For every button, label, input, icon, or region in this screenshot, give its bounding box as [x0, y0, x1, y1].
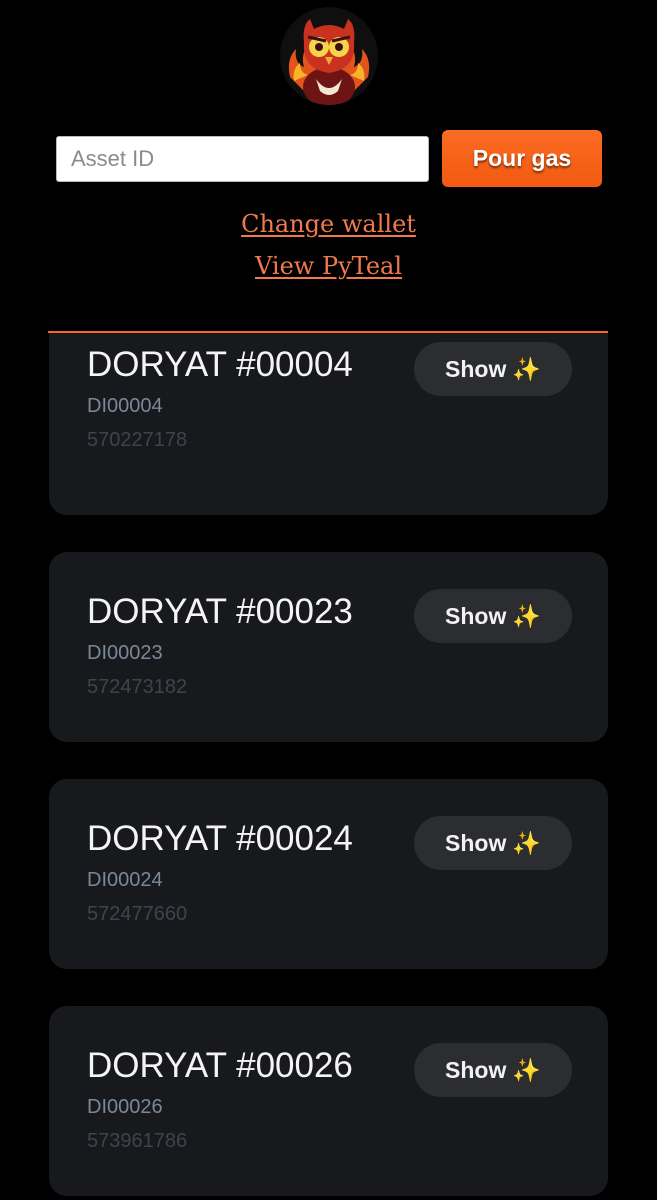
- owl-mascot-icon: [288, 19, 370, 105]
- asset-id-text: 573961786: [87, 1130, 188, 1152]
- asset-id-text: 570227178: [87, 429, 188, 451]
- show-label: Show: [445, 355, 507, 382]
- asset-id-input[interactable]: [56, 136, 429, 182]
- asset-card: DORYAT #00026 DI00026 573961786 Show ✨: [49, 1006, 608, 1196]
- show-label: Show: [445, 829, 507, 856]
- asset-card: DORYAT #00023 DI00023 572473182 Show ✨: [49, 552, 608, 742]
- asset-id-text: 572473182: [87, 676, 188, 698]
- change-wallet-link[interactable]: Change wallet: [0, 210, 657, 238]
- asset-card: DORYAT #00004 DI00004 570227178 Show ✨: [49, 333, 608, 515]
- asset-name: DORYAT #00004: [87, 345, 353, 384]
- view-pyteal-link[interactable]: View PyTeal: [0, 252, 657, 280]
- show-button[interactable]: Show ✨: [414, 1043, 572, 1097]
- show-button[interactable]: Show ✨: [414, 342, 572, 396]
- show-button[interactable]: Show ✨: [414, 816, 572, 870]
- sparkles-icon: ✨: [512, 355, 541, 382]
- asset-id-text: 572477660: [87, 903, 188, 925]
- asset-name: DORYAT #00026: [87, 1046, 353, 1085]
- avatar: [280, 7, 378, 105]
- sparkles-icon: ✨: [512, 1056, 541, 1083]
- pour-gas-button[interactable]: Pour gas: [442, 130, 602, 187]
- asset-unit-name: DI00023: [87, 642, 163, 664]
- asset-unit-name: DI00024: [87, 869, 163, 891]
- asset-card: DORYAT #00024 DI00024 572477660 Show ✨: [49, 779, 608, 969]
- show-button[interactable]: Show ✨: [414, 589, 572, 643]
- show-label: Show: [445, 602, 507, 629]
- sparkles-icon: ✨: [512, 602, 541, 629]
- show-label: Show: [445, 1056, 507, 1083]
- search-row: Pour gas: [56, 130, 602, 188]
- asset-list: DORYAT #00004 DI00004 570227178 Show ✨ DO…: [49, 333, 608, 1200]
- asset-unit-name: DI00004: [87, 395, 163, 417]
- asset-name: DORYAT #00024: [87, 819, 353, 858]
- asset-unit-name: DI00026: [87, 1096, 163, 1118]
- sparkles-icon: ✨: [512, 829, 541, 856]
- asset-name: DORYAT #00023: [87, 592, 353, 631]
